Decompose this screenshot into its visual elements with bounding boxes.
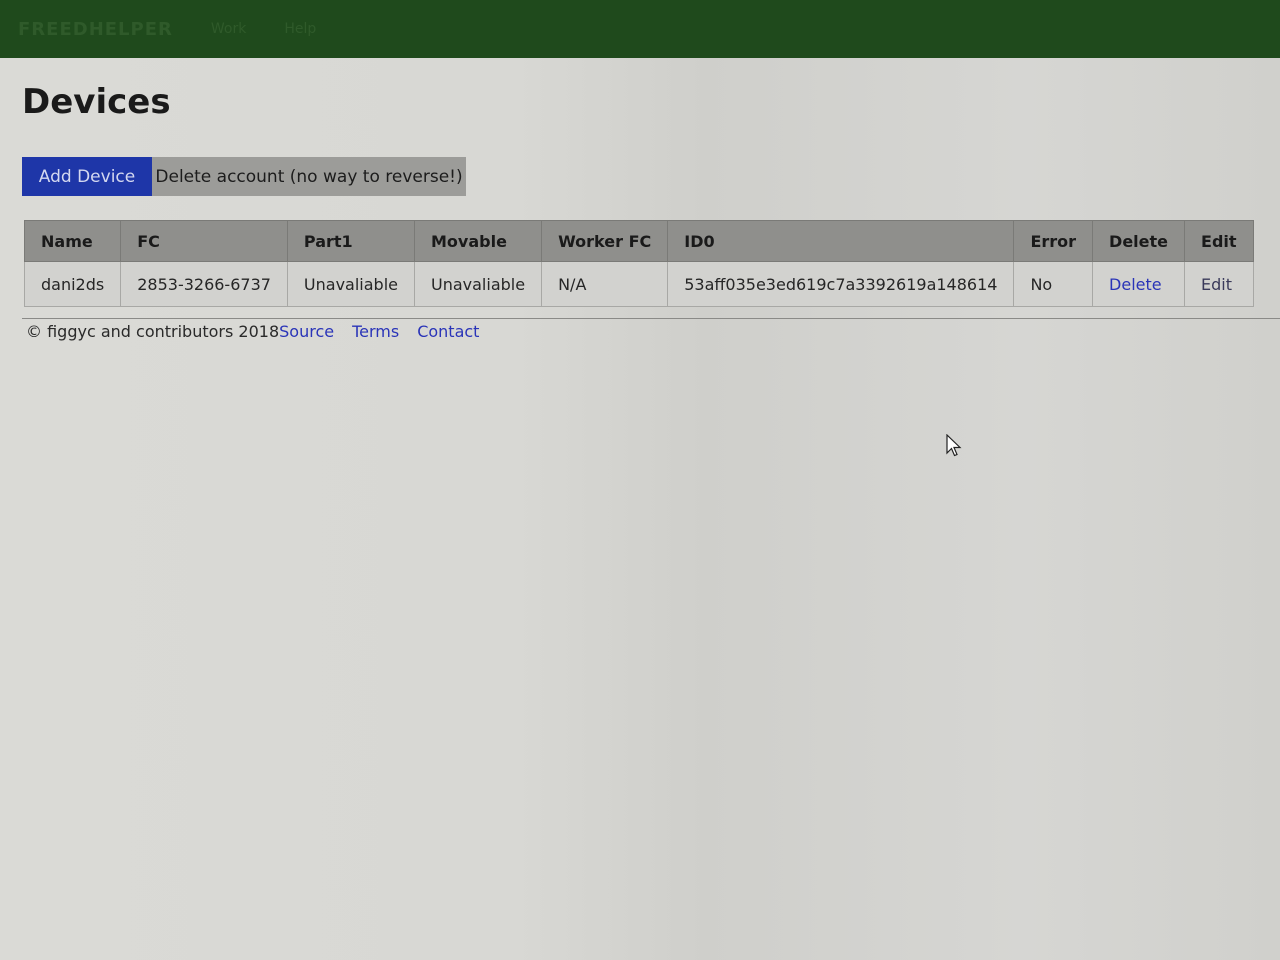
add-device-button[interactable]: Add Device bbox=[22, 157, 152, 196]
cell-worker-fc: N/A bbox=[541, 261, 669, 307]
column-header-worker-fc: Worker FC bbox=[541, 220, 669, 262]
footer-copyright: © figgyc and contributors 2018 bbox=[26, 322, 280, 341]
column-header-edit: Edit bbox=[1184, 220, 1254, 262]
footer-link-source[interactable]: Source bbox=[279, 322, 334, 341]
column-header-name: Name bbox=[23, 220, 122, 262]
column-header-part1: Part1 bbox=[286, 220, 416, 262]
cell-error: No bbox=[1013, 261, 1094, 307]
column-header-id0: ID0 bbox=[667, 220, 1015, 262]
mouse-cursor-icon bbox=[946, 433, 962, 462]
footer-link-contact[interactable]: Contact bbox=[417, 322, 479, 341]
edit-device-link[interactable]: Edit bbox=[1184, 261, 1254, 307]
nav-link-help[interactable]: Help bbox=[284, 21, 316, 37]
column-header-delete: Delete bbox=[1092, 220, 1186, 262]
column-header-movable: Movable bbox=[413, 220, 543, 262]
nav-link-work[interactable]: Work bbox=[211, 21, 246, 37]
brand-logo[interactable]: FREEDHELPER bbox=[18, 19, 173, 40]
table-header-row: Name FC Part1 Movable Worker FC ID0 Erro… bbox=[23, 220, 1254, 262]
cell-id0: 53aff035e3ed619c7a3392619a148614 bbox=[667, 261, 1015, 307]
cell-movable: Unavaliable bbox=[413, 261, 543, 307]
delete-account-button[interactable]: Delete account (no way to reverse!) bbox=[152, 157, 466, 196]
page-title: Devices bbox=[22, 82, 171, 122]
column-header-error: Error bbox=[1013, 220, 1094, 262]
top-navbar: FREEDHELPER Work Help bbox=[0, 0, 1280, 58]
footer-divider bbox=[22, 318, 1280, 319]
cell-part1: Unavaliable bbox=[286, 261, 416, 307]
devices-table: Name FC Part1 Movable Worker FC ID0 Erro… bbox=[23, 220, 1254, 307]
browser-viewport: FREEDHELPER Work Help Devices Add Device… bbox=[0, 0, 1280, 960]
cell-name: dani2ds bbox=[23, 261, 122, 307]
footer-link-terms[interactable]: Terms bbox=[352, 322, 399, 341]
cell-fc: 2853-3266-6737 bbox=[120, 261, 288, 307]
column-header-fc: FC bbox=[120, 220, 288, 262]
footer: © figgyc and contributors 2018 Source Te… bbox=[26, 322, 479, 341]
table-row: dani2ds 2853-3266-6737 Unavaliable Unava… bbox=[23, 261, 1254, 307]
action-buttons: Add Device Delete account (no way to rev… bbox=[22, 157, 466, 196]
delete-device-link[interactable]: Delete bbox=[1092, 261, 1186, 307]
